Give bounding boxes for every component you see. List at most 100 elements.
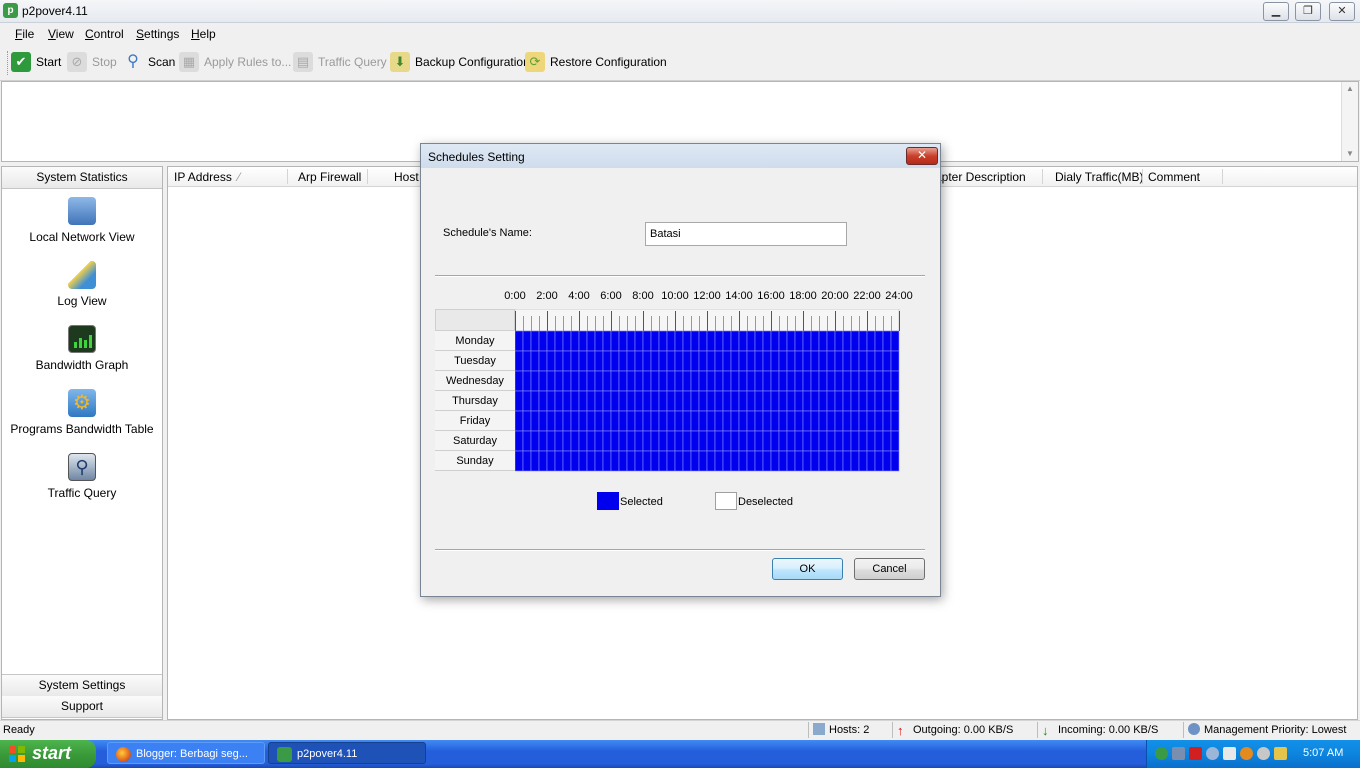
schedule-cell[interactable] bbox=[842, 330, 852, 352]
schedule-cell[interactable] bbox=[738, 350, 748, 372]
schedule-cell[interactable] bbox=[562, 410, 572, 432]
schedule-cell[interactable] bbox=[826, 370, 836, 392]
schedule-cell[interactable] bbox=[762, 390, 772, 412]
schedule-cell[interactable] bbox=[778, 410, 788, 432]
schedule-cell[interactable] bbox=[530, 410, 540, 432]
schedule-cell[interactable] bbox=[554, 330, 564, 352]
nav-log-view[interactable]: Log View bbox=[2, 261, 162, 321]
schedule-cell[interactable] bbox=[578, 370, 588, 392]
day-label-friday[interactable]: Friday bbox=[435, 411, 515, 431]
schedule-cell[interactable] bbox=[802, 370, 812, 392]
schedule-cell[interactable] bbox=[850, 430, 860, 452]
schedule-cell[interactable] bbox=[778, 330, 788, 352]
schedule-cell[interactable] bbox=[882, 410, 892, 432]
schedule-cell[interactable] bbox=[890, 350, 900, 372]
schedule-cell[interactable] bbox=[834, 330, 844, 352]
schedule-cell[interactable] bbox=[866, 390, 876, 412]
schedule-cell[interactable] bbox=[778, 370, 788, 392]
support-header[interactable]: Support bbox=[2, 696, 162, 718]
schedule-cell[interactable] bbox=[770, 390, 780, 412]
menu-view[interactable]: View bbox=[48, 27, 74, 41]
schedule-cell[interactable] bbox=[570, 370, 580, 392]
schedule-cell[interactable] bbox=[578, 450, 588, 472]
schedule-cell[interactable] bbox=[778, 430, 788, 452]
log-scrollbar[interactable]: ▲ ▼ bbox=[1341, 82, 1358, 161]
schedule-cell[interactable] bbox=[858, 410, 868, 432]
start-menu-button[interactable]: start bbox=[0, 740, 96, 768]
nav-traffic-query[interactable]: ⚲ Traffic Query bbox=[2, 453, 162, 513]
schedule-cell[interactable] bbox=[594, 370, 604, 392]
schedule-cell[interactable] bbox=[714, 410, 724, 432]
schedule-cell[interactable] bbox=[698, 330, 708, 352]
schedule-cell[interactable] bbox=[530, 350, 540, 372]
schedule-cell[interactable] bbox=[850, 370, 860, 392]
schedule-cell[interactable] bbox=[730, 430, 740, 452]
schedule-cell[interactable] bbox=[714, 350, 724, 372]
schedule-cell[interactable] bbox=[522, 350, 532, 372]
schedule-cell[interactable] bbox=[858, 390, 868, 412]
system-settings-header[interactable]: System Settings bbox=[2, 674, 162, 697]
schedule-cell[interactable] bbox=[706, 350, 716, 372]
schedule-cell[interactable] bbox=[738, 410, 748, 432]
nav-local-network-view[interactable]: Local Network View bbox=[2, 197, 162, 257]
close-window-button[interactable]: ✕ bbox=[1329, 2, 1355, 21]
schedule-cell[interactable] bbox=[826, 330, 836, 352]
schedule-cell[interactable] bbox=[610, 430, 620, 452]
minimize-button[interactable]: ▁ bbox=[1263, 2, 1289, 21]
schedule-cell[interactable] bbox=[642, 390, 652, 412]
schedule-cell[interactable] bbox=[866, 430, 876, 452]
schedule-cell[interactable] bbox=[698, 450, 708, 472]
schedule-cell[interactable] bbox=[690, 350, 700, 372]
scroll-down-icon[interactable]: ▼ bbox=[1342, 147, 1358, 161]
schedule-cell[interactable] bbox=[802, 330, 812, 352]
schedule-cell[interactable] bbox=[515, 330, 524, 352]
schedule-cell[interactable] bbox=[530, 390, 540, 412]
schedule-cell[interactable] bbox=[546, 350, 556, 372]
schedule-cell[interactable] bbox=[794, 350, 804, 372]
schedule-cell[interactable] bbox=[562, 430, 572, 452]
schedule-cell[interactable] bbox=[794, 390, 804, 412]
schedule-cell[interactable] bbox=[794, 450, 804, 472]
schedule-cell[interactable] bbox=[570, 390, 580, 412]
schedule-cell[interactable] bbox=[522, 430, 532, 452]
menu-help[interactable]: Help bbox=[191, 27, 216, 41]
schedule-cell[interactable] bbox=[818, 350, 828, 372]
schedule-cell[interactable] bbox=[634, 330, 644, 352]
column-comment[interactable]: Comment bbox=[1148, 170, 1200, 184]
schedule-cell[interactable] bbox=[810, 430, 820, 452]
schedule-cell[interactable] bbox=[714, 330, 724, 352]
schedule-cell[interactable] bbox=[515, 450, 524, 472]
schedule-cell[interactable] bbox=[578, 390, 588, 412]
day-label-saturday[interactable]: Saturday bbox=[435, 431, 515, 451]
schedule-cell[interactable] bbox=[850, 410, 860, 432]
schedule-cell[interactable] bbox=[770, 350, 780, 372]
schedule-cell[interactable] bbox=[698, 430, 708, 452]
scroll-up-icon[interactable]: ▲ bbox=[1342, 82, 1358, 96]
schedule-cell[interactable] bbox=[794, 430, 804, 452]
schedule-cell[interactable] bbox=[730, 390, 740, 412]
schedule-cell[interactable] bbox=[562, 450, 572, 472]
schedule-cell[interactable] bbox=[754, 410, 764, 432]
schedule-cell[interactable] bbox=[866, 450, 876, 472]
schedule-cell[interactable] bbox=[586, 370, 596, 392]
schedule-cell[interactable] bbox=[602, 370, 612, 392]
schedule-cell[interactable] bbox=[738, 330, 748, 352]
schedule-cell[interactable] bbox=[554, 390, 564, 412]
schedule-cell[interactable] bbox=[530, 330, 540, 352]
schedule-cell[interactable] bbox=[722, 350, 732, 372]
schedule-cell[interactable] bbox=[562, 370, 572, 392]
schedule-cell[interactable] bbox=[546, 410, 556, 432]
schedule-cell[interactable] bbox=[626, 450, 636, 472]
schedule-cell[interactable] bbox=[658, 370, 668, 392]
schedule-cell[interactable] bbox=[618, 350, 628, 372]
schedule-cell[interactable] bbox=[618, 450, 628, 472]
schedule-grid[interactable] bbox=[515, 309, 901, 473]
schedule-cell[interactable] bbox=[746, 410, 756, 432]
schedule-cell[interactable] bbox=[666, 330, 676, 352]
schedule-cell[interactable] bbox=[586, 410, 596, 432]
schedule-cell[interactable] bbox=[786, 350, 796, 372]
schedule-cell[interactable] bbox=[562, 350, 572, 372]
schedule-cell[interactable] bbox=[618, 330, 628, 352]
schedule-cell[interactable] bbox=[578, 350, 588, 372]
restore-configuration-button[interactable]: ⟳ Restore Configuration bbox=[525, 50, 667, 74]
